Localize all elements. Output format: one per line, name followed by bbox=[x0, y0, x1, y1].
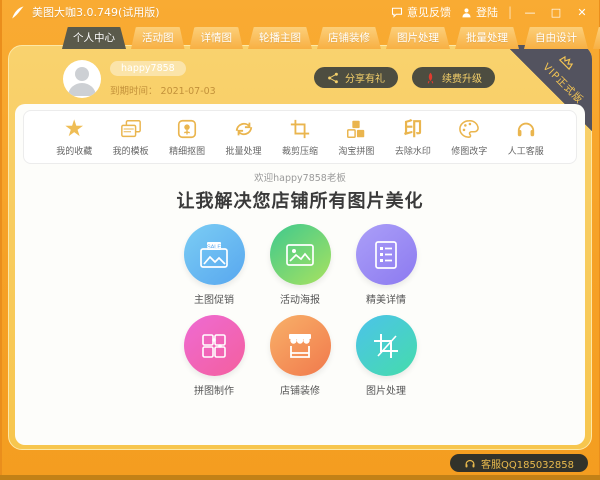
cutout-icon bbox=[176, 117, 198, 141]
headline-text: 让我解决您店铺所有图片美化 bbox=[15, 187, 585, 213]
headset-icon bbox=[515, 117, 537, 141]
expiry-date: 到期时间： 2021-07-03 bbox=[110, 83, 216, 97]
storefront-icon bbox=[284, 331, 316, 361]
tab-detail-image[interactable]: 详情图 bbox=[190, 27, 244, 49]
share-button[interactable]: 分享有礼 bbox=[314, 67, 398, 88]
share-label: 分享有礼 bbox=[345, 70, 385, 85]
title-bar: 美图大咖3.0.749(试用版) 意见反馈 登陆 | — □ ✕ bbox=[0, 0, 600, 24]
feature-main-image-promo[interactable]: SALE 主图促销 bbox=[171, 224, 257, 306]
tool-label: 去除水印 bbox=[395, 144, 431, 157]
tab-activity-image[interactable]: 活动图 bbox=[131, 27, 185, 49]
feature-label: 精美详情 bbox=[366, 291, 406, 306]
minimize-button[interactable]: — bbox=[522, 6, 538, 19]
tab-image-processing[interactable]: 图片处理 bbox=[386, 27, 450, 49]
tool-label: 批量处理 bbox=[226, 144, 262, 157]
feature-activity-poster[interactable]: 活动海报 bbox=[257, 224, 343, 306]
detail-list-icon bbox=[372, 240, 400, 270]
collage-blocks-icon bbox=[345, 117, 367, 141]
feature-circle-2 bbox=[356, 224, 417, 285]
user-actions: 分享有礼 续费升级 bbox=[314, 67, 495, 88]
watermark-stamp-icon: 印 bbox=[403, 117, 422, 141]
renew-label: 续费升级 bbox=[442, 70, 482, 85]
feature-circle-0: SALE bbox=[184, 224, 245, 285]
tool-label: 我的模板 bbox=[113, 144, 149, 157]
feature-circle-4 bbox=[270, 315, 331, 376]
tool-label: 人工客服 bbox=[508, 144, 544, 157]
tab-shop-decoration[interactable]: 店铺装修 bbox=[317, 27, 381, 49]
feature-label: 活动海报 bbox=[280, 291, 320, 306]
maximize-button[interactable]: □ bbox=[548, 6, 564, 19]
tool-taobao-collage[interactable]: 淘宝拼图 bbox=[331, 117, 381, 157]
user-icon bbox=[461, 7, 472, 18]
main-nav-tabs: 个人中心 活动图 详情图 轮播主图 店铺装修 图片处理 批量处理 自由设计 定制… bbox=[62, 27, 600, 49]
crop-icon bbox=[289, 117, 311, 141]
tool-fine-cutout[interactable]: 精细抠图 bbox=[162, 117, 212, 157]
tab-free-design[interactable]: 自由设计 bbox=[524, 27, 588, 49]
palette-icon bbox=[458, 117, 480, 141]
window-title: 美图大咖3.0.749(试用版) bbox=[32, 4, 160, 20]
puzzle-icon bbox=[199, 331, 229, 361]
star-icon: ★ bbox=[64, 117, 85, 141]
tab-personal-center[interactable]: 个人中心 bbox=[62, 27, 126, 49]
tab-custom-service[interactable]: 定制服务 bbox=[593, 27, 600, 49]
avatar[interactable] bbox=[63, 60, 101, 98]
greeting-text: 欢迎happy7858老板 bbox=[15, 170, 585, 184]
tab-batch-processing[interactable]: 批量处理 bbox=[455, 27, 519, 49]
tool-remove-watermark[interactable]: 印 去除水印 bbox=[388, 117, 438, 157]
close-button[interactable]: ✕ bbox=[574, 6, 590, 19]
support-qq-button[interactable]: 客服QQ185032858 bbox=[450, 454, 588, 472]
batch-sync-icon bbox=[232, 117, 256, 141]
tool-label: 我的收藏 bbox=[56, 144, 92, 157]
content-panel: ★ 我的收藏 我的模板 精细抠图 bbox=[15, 104, 585, 445]
crop-process-icon bbox=[372, 332, 400, 360]
feature-shop-decoration[interactable]: 店铺装修 bbox=[257, 315, 343, 397]
tool-label: 淘宝拼图 bbox=[338, 144, 374, 157]
feature-label: 拼图制作 bbox=[194, 382, 234, 397]
login-label: 登陆 bbox=[476, 4, 498, 20]
tool-my-favorites[interactable]: ★ 我的收藏 bbox=[49, 117, 99, 157]
quick-toolbar: ★ 我的收藏 我的模板 精细抠图 bbox=[23, 110, 577, 164]
renew-upgrade-button[interactable]: 续费升级 bbox=[412, 67, 495, 88]
tool-batch-process[interactable]: 批量处理 bbox=[219, 117, 269, 157]
rocket-icon bbox=[425, 72, 436, 84]
feedback-label: 意见反馈 bbox=[407, 4, 451, 20]
feedback-link[interactable]: 意见反馈 bbox=[391, 4, 451, 20]
feature-grid: SALE 主图促销 活动海报 精美详情 bbox=[171, 224, 429, 397]
tool-label: 裁剪压缩 bbox=[282, 144, 318, 157]
login-link[interactable]: 登陆 bbox=[461, 4, 498, 20]
poster-icon bbox=[284, 241, 316, 269]
feature-image-processing[interactable]: 图片处理 bbox=[343, 315, 429, 397]
share-icon bbox=[327, 72, 339, 84]
app-window: 美图大咖3.0.749(试用版) 意见反馈 登陆 | — □ ✕ 个人中心 活动… bbox=[0, 0, 600, 480]
feedback-bubble-icon bbox=[391, 6, 403, 18]
feature-label: 店铺装修 bbox=[280, 382, 320, 397]
support-qq-label: 客服QQ185032858 bbox=[481, 456, 574, 471]
tool-retouch-text[interactable]: 修图改字 bbox=[444, 117, 494, 157]
tool-human-support[interactable]: 人工客服 bbox=[501, 117, 551, 157]
feature-circle-5 bbox=[356, 315, 417, 376]
username-badge: happy7858 bbox=[110, 61, 186, 76]
templates-icon bbox=[119, 117, 143, 141]
app-logo-feather-icon bbox=[10, 5, 25, 20]
tool-crop-compress[interactable]: 裁剪压缩 bbox=[275, 117, 325, 157]
main-card: VIP正式版 happy7858 到期时间： 2021-07-03 分享有礼 续… bbox=[8, 45, 592, 450]
feature-circle-1 bbox=[270, 224, 331, 285]
welcome-block: 欢迎happy7858老板 让我解决您店铺所有图片美化 bbox=[15, 170, 585, 213]
headset-icon bbox=[464, 458, 476, 469]
bottom-edge-strip bbox=[0, 475, 600, 480]
titlebar-divider: | bbox=[508, 5, 512, 19]
feature-circle-3 bbox=[184, 315, 245, 376]
tab-carousel-main-image[interactable]: 轮播主图 bbox=[248, 27, 312, 49]
feature-collage-making[interactable]: 拼图制作 bbox=[171, 315, 257, 397]
tool-my-templates[interactable]: 我的模板 bbox=[106, 117, 156, 157]
feature-exquisite-detail[interactable]: 精美详情 bbox=[343, 224, 429, 306]
sale-image-icon: SALE bbox=[197, 240, 231, 270]
tool-label: 精细抠图 bbox=[169, 144, 205, 157]
tool-label: 修图改字 bbox=[451, 144, 487, 157]
feature-label: 主图促销 bbox=[194, 291, 234, 306]
feature-label: 图片处理 bbox=[366, 382, 406, 397]
